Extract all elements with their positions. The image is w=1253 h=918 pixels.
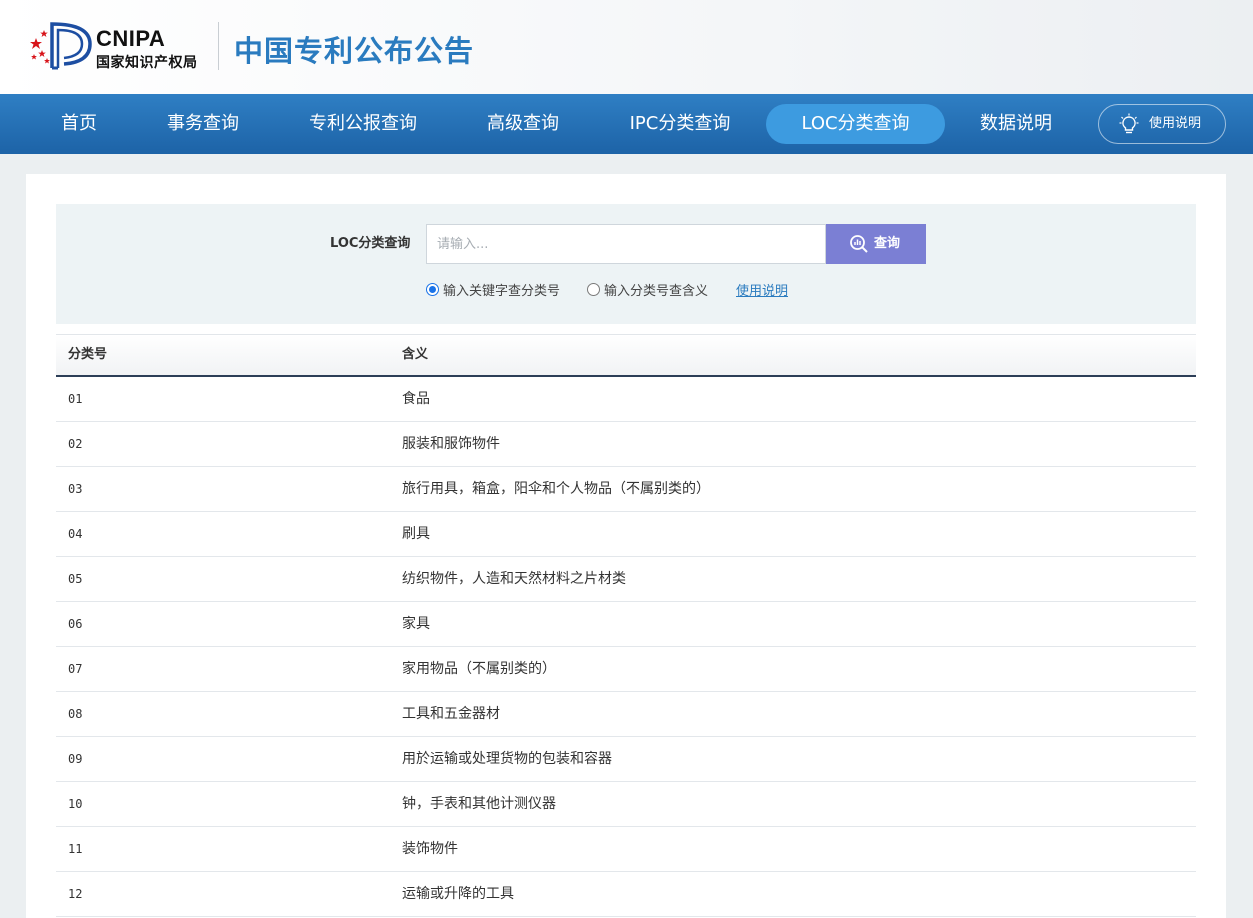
table-row: 07 家用物品（不属别类的） [56, 647, 1196, 692]
cell-class-code: 09 [68, 752, 83, 766]
cell-class-code: 03 [68, 482, 83, 496]
cell-class-meaning: 服装和服饰物件 [402, 436, 500, 452]
radio-checked-icon[interactable] [426, 282, 439, 296]
cnipa-emblem-icon [30, 22, 92, 70]
cell-class-code: 06 [68, 617, 83, 631]
search-label: LOC分类查询 [330, 236, 411, 251]
cell-class-code: 02 [68, 437, 83, 451]
radio-unchecked-icon[interactable] [587, 282, 600, 296]
usage-guide-label: 使用说明 [1149, 116, 1202, 131]
cell-class-code: 10 [68, 797, 83, 811]
nav-item-home[interactable]: 首页 [48, 104, 110, 144]
cell-class-meaning: 用於运输或处理货物的包装和容器 [402, 751, 612, 767]
cell-class-meaning: 纺织物件，人造和天然材料之片材类 [402, 571, 626, 587]
cell-class-meaning: 食品 [402, 391, 430, 407]
site-title: 中国专利公布公告 [234, 34, 475, 68]
cell-class-meaning: 家用物品（不属别类的） [402, 661, 556, 677]
content-card: LOC分类查询 查询 输入关键字查分类号 输入分类号查含义 使用说明 分类号 含… [26, 174, 1226, 918]
search-button[interactable]: 查询 [826, 224, 926, 264]
nav-item-ipc-query[interactable]: IPC分类查询 [616, 104, 744, 144]
usage-guide-button[interactable]: 使用说明 [1098, 104, 1226, 144]
cell-class-meaning: 旅行用具，箱盒，阳伞和个人物品（不属别类的） [402, 481, 710, 497]
cell-class-code: 08 [68, 707, 83, 721]
table-row: 01 食品 [56, 377, 1196, 422]
logo-text-cn: 国家知识产权局 [96, 55, 198, 71]
cell-class-meaning: 家具 [402, 616, 430, 632]
radio-code-label: 输入分类号查含义 [604, 283, 709, 299]
radio-keyword-label: 输入关键字查分类号 [443, 283, 561, 299]
nav-item-data-notes[interactable]: 数据说明 [967, 104, 1065, 144]
column-header-code: 分类号 [68, 347, 108, 362]
search-button-label: 查询 [874, 236, 901, 251]
site-header: CNIPA 国家知识产权局 中国专利公布公告 [0, 0, 1253, 94]
cell-class-meaning: 装饰物件 [402, 841, 458, 857]
cell-class-code: 05 [68, 572, 83, 586]
usage-guide-link[interactable]: 使用说明 [736, 280, 788, 299]
table-row: 05 纺织物件，人造和天然材料之片材类 [56, 557, 1196, 602]
table-body: 01 食品 02 服装和服饰物件 03 旅行用具，箱盒，阳伞和个人物品（不属别类的） 04 刷… [56, 377, 1196, 917]
search-panel: LOC分类查询 查询 输入关键字查分类号 输入分类号查含义 使用说明 [56, 204, 1196, 324]
cell-class-code: 04 [68, 527, 83, 541]
table-row: 09 用於运输或处理货物的包装和容器 [56, 737, 1196, 782]
nav-item-affairs-query[interactable]: 事务查询 [154, 104, 252, 144]
cnipa-logo[interactable]: CNIPA 国家知识产权局 [28, 20, 210, 72]
table-row: 04 刷具 [56, 512, 1196, 557]
radio-code-to-meaning[interactable]: 输入分类号查含义 [587, 280, 709, 299]
cell-class-code: 01 [68, 392, 83, 406]
table-row: 08 工具和五金器材 [56, 692, 1196, 737]
nav-item-loc-query[interactable]: LOC分类查询 [766, 104, 945, 144]
table-row: 03 旅行用具，箱盒，阳伞和个人物品（不属别类的） [56, 467, 1196, 512]
search-chart-icon [850, 235, 868, 253]
cell-class-meaning: 刷具 [402, 526, 430, 542]
cell-class-meaning: 钟，手表和其他计测仪器 [402, 796, 556, 812]
table-row: 12 运输或升降的工具 [56, 872, 1196, 917]
logo-text-en: CNIPA [96, 26, 166, 51]
nav-item-advanced-query[interactable]: 高级查询 [474, 104, 572, 144]
table-header: 分类号 含义 [56, 334, 1196, 377]
table-row: 02 服装和服饰物件 [56, 422, 1196, 467]
main-nav: 首页 事务查询 专利公报查询 高级查询 IPC分类查询 LOC分类查询 数据说明… [0, 94, 1253, 154]
column-header-meaning: 含义 [402, 347, 429, 362]
nav-item-gazette-query[interactable]: 专利公报查询 [296, 104, 430, 144]
cell-class-code: 11 [68, 842, 83, 856]
radio-keyword-to-code[interactable]: 输入关键字查分类号 [426, 280, 561, 299]
loc-class-table: 分类号 含义 01 食品 02 服装和服饰物件 03 旅行用具，箱盒，阳伞和个人物品（不属… [56, 334, 1196, 917]
table-row: 10 钟，手表和其他计测仪器 [56, 782, 1196, 827]
table-row: 06 家具 [56, 602, 1196, 647]
cell-class-meaning: 运输或升降的工具 [402, 886, 514, 902]
table-row: 11 装饰物件 [56, 827, 1196, 872]
cell-class-code: 12 [68, 887, 83, 901]
header-divider [218, 22, 219, 70]
lightbulb-icon [1119, 113, 1139, 134]
cell-class-meaning: 工具和五金器材 [402, 706, 500, 722]
search-input[interactable] [426, 224, 826, 264]
cell-class-code: 07 [68, 662, 83, 676]
